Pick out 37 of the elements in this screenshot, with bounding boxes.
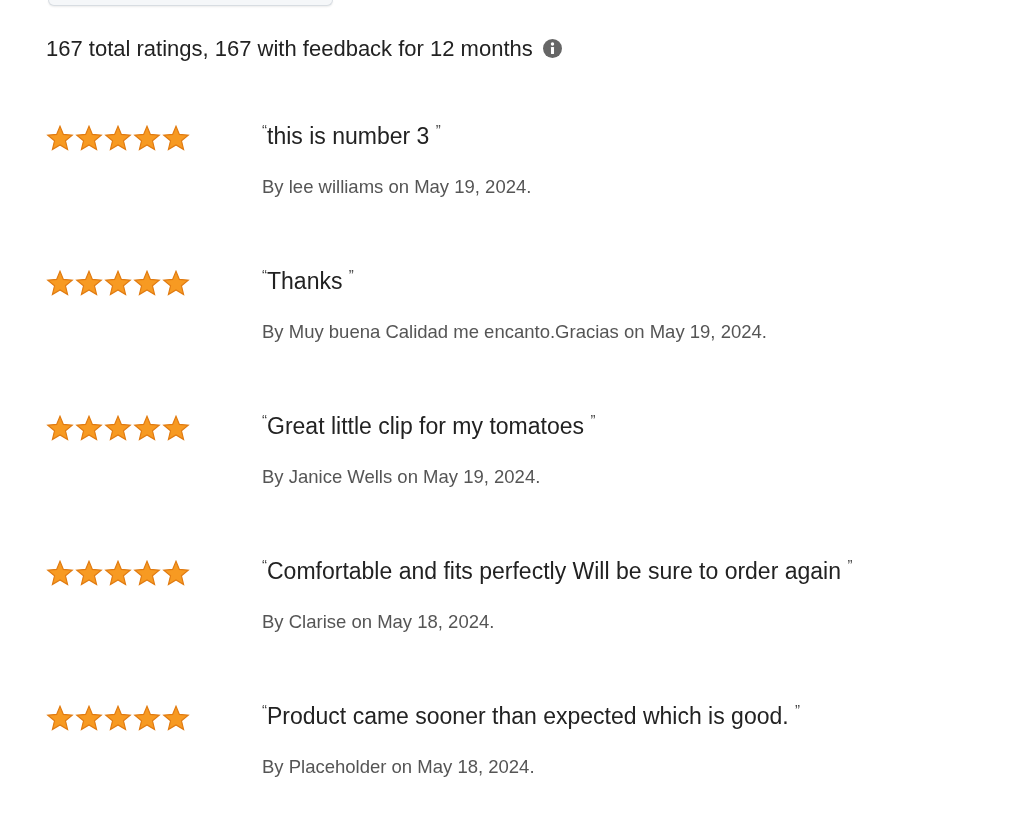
star-icon <box>162 415 190 442</box>
star-icon <box>75 270 103 297</box>
review-byline: By Janice Wells on May 19, 2024. <box>262 464 542 489</box>
star-icon <box>162 270 190 297</box>
star-icon <box>104 415 132 442</box>
review-byline: By lee williams on May 19, 2024. <box>262 174 532 199</box>
star-icon <box>104 560 132 587</box>
star-icon <box>46 705 74 732</box>
info-icon[interactable] <box>542 39 562 58</box>
review-title: $^{“}$Thanks $^{”}$ <box>262 268 355 296</box>
star-icon <box>133 705 161 732</box>
star-icon <box>104 705 132 732</box>
review-title: $^{“}$this is number 3 $^{”}$ <box>262 123 442 151</box>
star-icon <box>75 415 103 442</box>
star-icon <box>46 125 74 152</box>
review-title: $^{“}$Comfortable and fits perfectly Will be sure to order again $^{”}$ <box>262 558 853 586</box>
review-byline: By Muy buena Calidad me encanto.Gracias on May 19, 2024. <box>262 319 767 344</box>
star-icon <box>46 415 74 442</box>
star-icon <box>133 125 161 152</box>
star-icon <box>75 125 103 152</box>
star-icon <box>133 270 161 297</box>
star-icon <box>162 705 190 732</box>
review-byline: By Placeholder on May 18, 2024. <box>262 754 536 779</box>
review-title: $^{“}$Product came sooner than expected which is good. $^{”}$ <box>262 703 801 731</box>
review-byline: By Clarise on May 18, 2024. <box>262 609 496 634</box>
star-icon <box>133 560 161 587</box>
review-title: $^{“}$Great little clip for my tomatoes $^{”}$ <box>262 413 596 441</box>
star-icon <box>162 560 190 587</box>
star-icon <box>75 705 103 732</box>
star-icon <box>46 560 74 587</box>
star-icon <box>75 560 103 587</box>
star-icon <box>104 270 132 297</box>
ratings-summary: 167 total ratings, 167 with feedback for 12 months <box>46 35 533 63</box>
star-icon <box>104 125 132 152</box>
star-icon <box>162 125 190 152</box>
star-icon <box>46 270 74 297</box>
star-icon <box>133 415 161 442</box>
